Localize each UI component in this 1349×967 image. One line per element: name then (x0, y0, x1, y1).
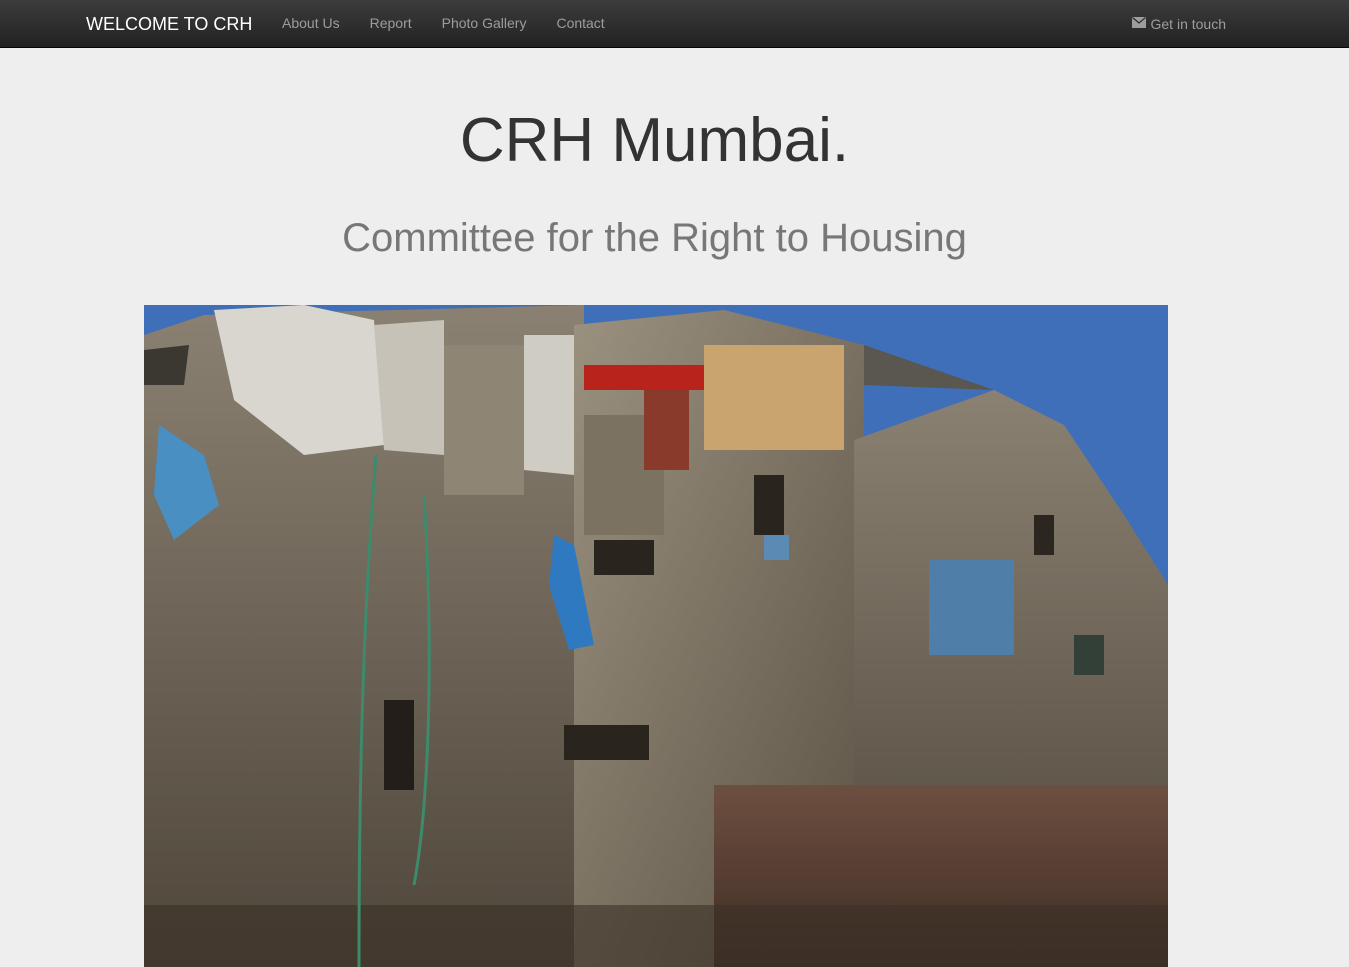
nav-item-about: About Us (267, 0, 355, 47)
top-navbar: WELCOME TO CRH About Us Report Photo Gal… (0, 0, 1349, 48)
nav-link-contact[interactable]: Contact (541, 0, 619, 46)
nav-item-gallery: Photo Gallery (427, 0, 542, 47)
page-title: CRH Mumbai. (459, 106, 850, 175)
page-subtitle: Committee for the Right to Housing (342, 216, 967, 260)
get-in-touch-link[interactable]: Get in touch (1131, 0, 1227, 47)
nav-links: About Us Report Photo Gallery Contact (267, 0, 620, 47)
brand-link[interactable]: WELCOME TO CRH (86, 13, 252, 35)
nav-item-contact: Contact (541, 0, 619, 47)
nav-link-photo-gallery[interactable]: Photo Gallery (427, 0, 542, 46)
nav-link-about-us[interactable]: About Us (267, 0, 355, 46)
envelope-icon (1131, 15, 1146, 28)
hero-photo (144, 305, 1168, 967)
nav-link-report[interactable]: Report (355, 0, 427, 46)
nav-item-report: Report (355, 0, 427, 47)
get-in-touch-label: Get in touch (1150, 15, 1227, 32)
